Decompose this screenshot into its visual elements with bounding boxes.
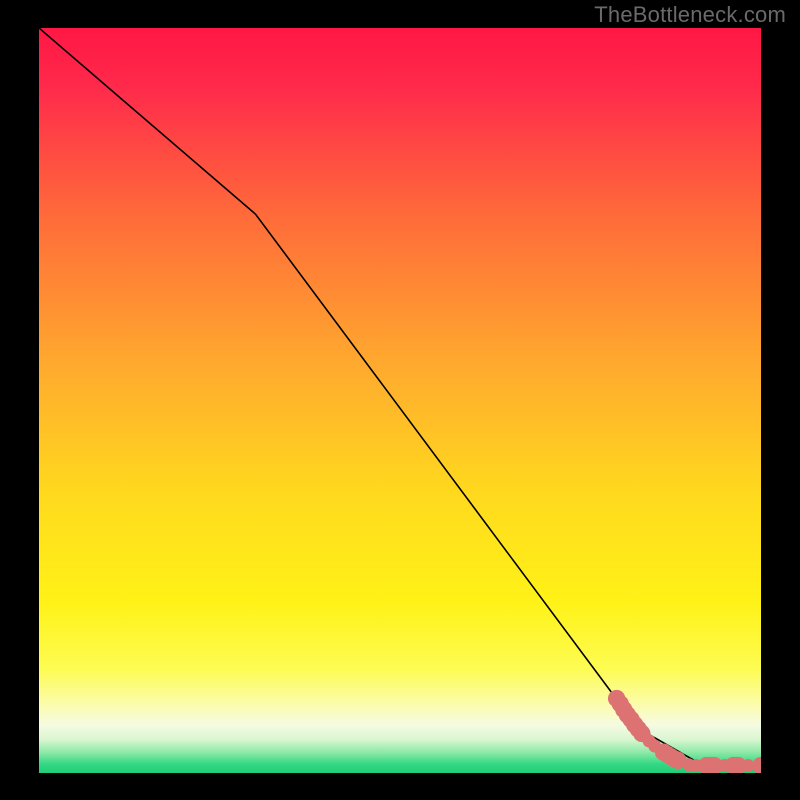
attribution-text: TheBottleneck.com [594, 2, 786, 28]
plot-area [39, 28, 761, 773]
bottleneck-chart [39, 28, 761, 773]
chart-container: TheBottleneck.com [0, 0, 800, 800]
gradient-background [39, 28, 761, 773]
